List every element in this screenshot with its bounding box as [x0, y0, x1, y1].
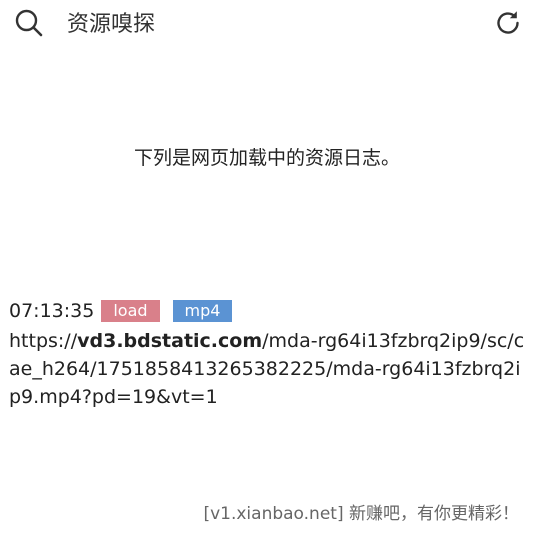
search-icon [14, 8, 44, 42]
footer-text: [v1.xianbao.net] 新赚吧，有你更精彩！ [203, 504, 519, 524]
refresh-icon [493, 8, 523, 42]
log-entry: 07:13:35 load mp4 https://vd3.bdstatic.c… [9, 297, 527, 411]
refresh-button[interactable] [490, 7, 526, 43]
resource-log-notice: 下列是网页加载中的资源日志。 [133, 147, 400, 169]
log-timestamp: 07:13:35 [9, 300, 95, 322]
page-title: 资源嗅探 [67, 12, 156, 37]
url-scheme: https:// [9, 330, 78, 352]
event-badge: load [101, 300, 160, 322]
type-badge: mp4 [172, 300, 233, 322]
search-button[interactable] [11, 7, 47, 43]
log-entry-meta: 07:13:35 load mp4 [9, 297, 527, 325]
url-host: vd3.bdstatic.com [77, 330, 263, 352]
resource-url-link[interactable]: https://vd3.bdstatic.com/mda-rg64i13fzbr… [9, 327, 527, 411]
top-bar: 资源嗅探 [0, 0, 534, 52]
